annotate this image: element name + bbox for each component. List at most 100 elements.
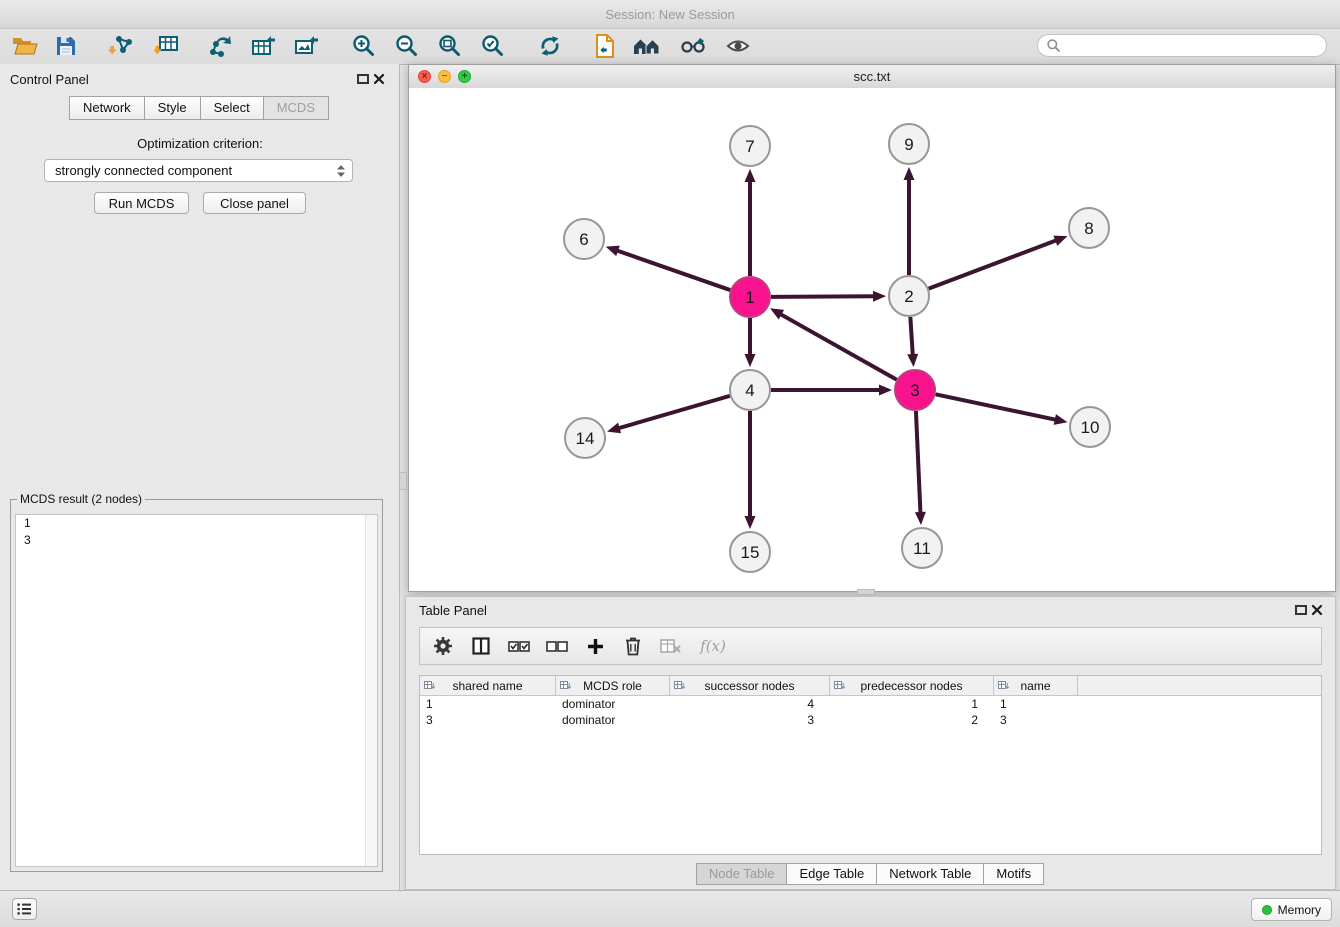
graph-edge-arrowhead [745,354,756,367]
column-sort-icon [560,680,571,691]
graph-edge-2-3[interactable] [910,317,912,356]
float-panel-button[interactable] [357,74,369,84]
result-item[interactable]: 3 [16,532,377,549]
run-mcds-button[interactable]: Run MCDS [94,192,189,214]
network-home-button[interactable] [630,31,664,61]
tab-select[interactable]: Select [200,96,264,120]
control-panel: Control Panel NetworkStyleSelectMCDS Opt… [0,64,400,890]
graph-edge-arrowhead [745,169,756,182]
import-network-icon [108,34,134,58]
column-header-predecessor-nodes[interactable]: predecessor nodes [830,676,994,695]
graph-edge-3-10[interactable] [936,394,1057,420]
table-toolbar: f(x) [419,627,1322,665]
window-titlebar[interactable]: Session: New Session [0,0,1340,29]
import-table-button[interactable] [150,31,184,61]
mcds-result-list[interactable]: 13 [15,514,378,867]
table-cell[interactable]: dominator [556,712,670,728]
zoom-out-button[interactable] [390,31,424,61]
graphics-details-button[interactable] [721,31,755,61]
import-network-button[interactable] [104,31,138,61]
graph-edge-arrowhead [607,423,621,434]
task-history-button[interactable] [12,898,37,920]
network-window-titlebar[interactable]: × − + scc.txt [409,65,1335,89]
float-table-panel-button[interactable] [1295,605,1307,615]
column-header-MCDS-role[interactable]: MCDS role [556,676,670,695]
tab-mcds[interactable]: MCDS [263,96,329,120]
add-row-button[interactable] [580,632,610,660]
table-cell[interactable]: 1 [420,696,556,712]
tab-style[interactable]: Style [144,96,201,120]
table-options-button[interactable] [428,632,458,660]
open-document-button[interactable] [588,31,622,61]
table-cell[interactable]: dominator [556,696,670,712]
table-cell[interactable]: 3 [420,712,556,728]
search-icon [1047,39,1060,52]
network-graph-svg[interactable]: 7968124314101511 [409,88,1335,591]
tab-network-table[interactable]: Network Table [876,863,984,885]
table-cell[interactable]: 3 [994,712,1078,728]
graph-edge-2-8[interactable] [929,240,1058,289]
memory-button[interactable]: Memory [1251,898,1332,921]
graph-node-label: 14 [576,429,595,448]
tab-motifs[interactable]: Motifs [983,863,1044,885]
criterion-selected-value: strongly connected component [55,163,232,178]
export-table-button[interactable] [246,31,280,61]
gear-icon [433,636,453,656]
zoom-in-button[interactable] [347,31,381,61]
table-panel-title: Table Panel [419,603,487,618]
graph-edge-4-14[interactable] [618,396,730,429]
maximize-window-button[interactable]: + [458,70,471,83]
graph-node-label: 7 [745,137,754,156]
close-panel-button[interactable]: Close panel [203,192,306,214]
graph-node-label: 15 [741,543,760,562]
window-splitter-handle[interactable] [857,589,875,595]
table-cell[interactable]: 3 [670,712,830,728]
refresh-view-button[interactable] [533,31,567,61]
graph-edge-1-6[interactable] [616,250,730,290]
column-header-shared-name[interactable]: shared name [420,676,556,695]
table-cell[interactable]: 2 [830,712,994,728]
export-image-icon [293,34,319,58]
save-session-button[interactable] [49,31,83,61]
criterion-select[interactable]: strongly connected component [44,159,353,182]
unselect-all-rows-button[interactable] [542,632,572,660]
tab-network[interactable]: Network [69,96,145,120]
export-network-button[interactable] [202,31,236,61]
style-button[interactable] [676,31,710,61]
column-header-name[interactable]: name [994,676,1078,695]
zoom-fit-button[interactable] [433,31,467,61]
table-header-row: shared nameMCDS rolesuccessor nodesprede… [420,676,1321,696]
column-header-successor-nodes[interactable]: successor nodes [670,676,830,695]
graph-node-label: 6 [579,230,588,249]
table-row[interactable]: 3dominator323 [420,712,1321,728]
result-scrollbar[interactable] [365,515,377,866]
panel-splitter-handle[interactable] [399,472,407,490]
function-builder-button[interactable]: f(x) [694,632,732,660]
table-row[interactable]: 1dominator411 [420,696,1321,712]
show-columns-button[interactable] [466,632,496,660]
table-cell[interactable]: 1 [994,696,1078,712]
tab-edge-table[interactable]: Edge Table [786,863,877,885]
select-all-rows-button[interactable] [504,632,534,660]
graph-edge-3-1[interactable] [780,314,897,380]
close-window-button[interactable]: × [418,70,431,83]
delete-table-button[interactable] [656,632,686,660]
zoom-selected-button[interactable] [476,31,510,61]
graph-edge-1-2[interactable] [771,296,875,297]
table-cell[interactable]: 4 [670,696,830,712]
search-box[interactable] [1037,34,1327,57]
export-image-button[interactable] [289,31,323,61]
open-session-button[interactable] [8,31,42,61]
close-table-panel-button[interactable] [1311,603,1325,617]
close-panel-x-button[interactable] [373,72,387,86]
network-canvas[interactable]: 7968124314101511 [409,88,1335,591]
graph-edge-arrowhead [1053,236,1067,246]
table-cell[interactable]: 1 [830,696,994,712]
search-input[interactable] [1066,38,1317,54]
tab-node-table[interactable]: Node Table [696,863,788,885]
minimize-window-button[interactable]: − [438,70,451,83]
delete-rows-button[interactable] [618,632,648,660]
graph-edge-3-11[interactable] [916,411,921,514]
plus-icon [587,638,604,655]
result-item[interactable]: 1 [16,515,377,532]
